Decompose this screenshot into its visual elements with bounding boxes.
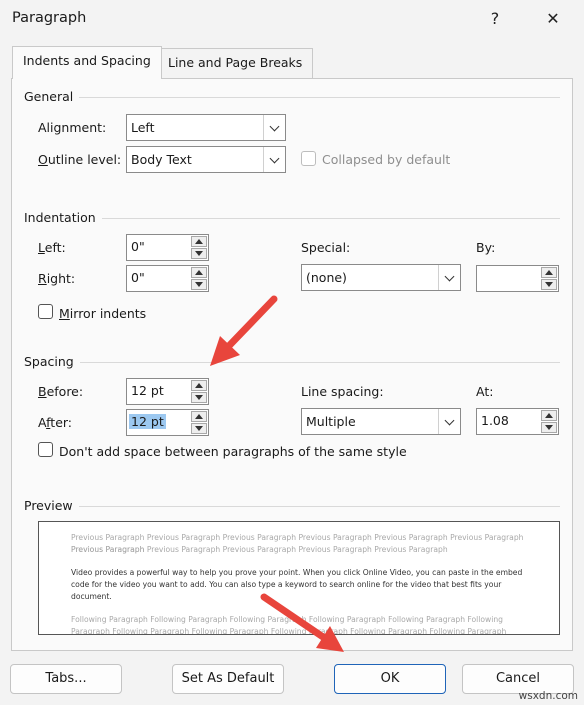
general-heading: General (24, 89, 80, 104)
collapsed-by-default-label: Collapsed by default (322, 152, 451, 167)
spin-up-icon[interactable] (541, 267, 557, 278)
collapsed-by-default-checkbox[interactable] (301, 151, 316, 166)
preview-body-text: code for the video you want to add. You … (71, 580, 502, 589)
chevron-down-icon (263, 147, 285, 172)
before-value: 12 pt (131, 383, 164, 398)
outline-level-label: Outline level: (38, 152, 121, 167)
right-indent-value: 0" (131, 270, 145, 285)
spin-down-icon[interactable] (541, 422, 557, 433)
spacing-divider (24, 362, 560, 363)
indentation-divider (24, 218, 560, 219)
watermark: wsxdn.com (518, 690, 578, 702)
spin-up-icon[interactable] (191, 236, 207, 247)
preview-box: Previous Paragraph Previous Paragraph Pr… (38, 521, 560, 635)
line-spacing-value: Multiple (306, 414, 356, 429)
right-indent-label-mnemonic: R (38, 271, 47, 286)
alignment-value: Left (131, 120, 155, 135)
spin-up-icon[interactable] (541, 410, 557, 421)
spin-down-icon[interactable] (191, 279, 207, 290)
spin-down-icon[interactable] (541, 279, 557, 290)
special-value: (none) (306, 270, 347, 285)
alignment-label-text: Alignment: (38, 120, 107, 135)
right-indent-spinner[interactable]: 0" (126, 265, 209, 292)
by-label: By: (476, 240, 496, 255)
preview-body-text: Video provides a powerful way to help yo… (71, 568, 523, 577)
after-value[interactable]: 12 pt (129, 414, 166, 429)
tab-indents-and-spacing[interactable]: Indents and Spacing (12, 46, 162, 79)
spin-down-icon[interactable] (191, 392, 207, 403)
line-spacing-select[interactable]: Multiple (301, 408, 461, 435)
at-spinner[interactable]: 1.08 (476, 408, 559, 435)
dialog-title: Paragraph (12, 10, 87, 26)
spacing-heading: Spacing (24, 354, 80, 369)
left-indent-label-text: eft: (44, 240, 66, 255)
close-button[interactable]: ✕ (542, 8, 564, 30)
left-indent-spinner[interactable]: 0" (126, 234, 209, 261)
chevron-down-icon (438, 409, 460, 434)
special-select[interactable]: (none) (301, 264, 461, 291)
outline-level-value: Body Text (131, 152, 192, 167)
left-indent-value: 0" (131, 239, 145, 254)
set-as-default-button[interactable]: Set As Default (172, 664, 284, 694)
left-indent-label: Left: (38, 240, 66, 255)
mirror-indents-text: irror indents (69, 306, 147, 321)
mirror-indents-checkbox[interactable] (38, 304, 53, 319)
before-label: Before: (38, 384, 83, 399)
tabs-button[interactable]: Tabs... (10, 664, 122, 694)
mirror-indents-mnemonic: M (59, 306, 70, 321)
preview-following-paragraph: Following Paragraph Following Paragraph … (71, 615, 503, 624)
after-spinner[interactable]: 12 pt (126, 409, 209, 436)
after-label-text: ter: (50, 415, 73, 430)
chevron-down-icon (263, 115, 285, 140)
at-value: 1.08 (481, 413, 509, 428)
right-indent-label: Right: (38, 271, 75, 286)
preview-previous-paragraph: Previous Paragraph Previous Paragraph Pr… (71, 545, 448, 554)
spin-up-icon[interactable] (191, 380, 207, 391)
spin-up-icon[interactable] (191, 411, 207, 422)
preview-body-text: document. (71, 592, 112, 601)
spin-down-icon[interactable] (191, 423, 207, 434)
spin-up-icon[interactable] (191, 267, 207, 278)
after-label: After: (38, 415, 72, 430)
right-indent-label-text: ight: (46, 271, 76, 286)
alignment-label: Alignment: (38, 120, 106, 135)
after-label-prefix: A (38, 415, 47, 430)
indentation-heading: Indentation (24, 210, 102, 225)
preview-divider (24, 506, 560, 507)
ok-button[interactable]: OK (334, 664, 446, 694)
before-label-text: efore: (46, 384, 84, 399)
preview-heading: Preview (24, 498, 79, 513)
at-label: At: (476, 384, 494, 399)
alignment-select[interactable]: Left (126, 114, 286, 141)
by-spinner[interactable] (476, 265, 559, 292)
general-divider (24, 97, 560, 98)
chevron-down-icon (438, 265, 460, 290)
left-indent-label-mnemonic: L (38, 240, 45, 255)
before-label-mnemonic: B (38, 384, 47, 399)
spin-down-icon[interactable] (191, 248, 207, 259)
before-spinner[interactable]: 12 pt (126, 378, 209, 405)
dont-add-space-label: Don't add space between paragraphs of th… (59, 444, 407, 459)
outline-level-label-text: utline level: (47, 152, 122, 167)
outline-level-select[interactable]: Body Text (126, 146, 286, 173)
help-button[interactable]: ? (484, 8, 506, 30)
dont-add-space-checkbox[interactable] (38, 442, 53, 457)
outline-level-label-mnemonic: O (38, 152, 48, 167)
line-spacing-label: Line spacing: (301, 384, 384, 399)
mirror-indents-label: Mirror indents (59, 306, 146, 321)
tab-line-and-page-breaks[interactable]: Line and Page Breaks (157, 48, 314, 78)
special-label: Special: (301, 240, 351, 255)
preview-following-paragraph: Paragraph Following Paragraph Following … (71, 627, 507, 635)
